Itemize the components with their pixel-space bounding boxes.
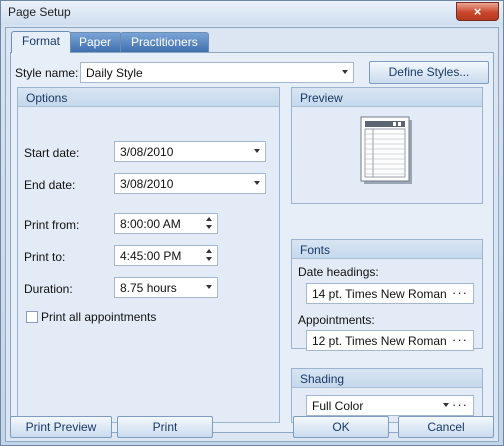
print-from-label: Print from: [24, 218, 80, 232]
print-all-appointments-label[interactable]: Print all appointments [41, 310, 156, 324]
fonts-title: Fonts [300, 243, 331, 257]
tab-paper[interactable]: Paper [68, 32, 123, 52]
date-headings-font-value: 14 pt. Times New Roman [312, 287, 447, 301]
end-date-value: 3/08/2010 [120, 177, 174, 191]
ellipsis-icon[interactable]: ··· [452, 285, 468, 300]
close-button[interactable]: × [456, 2, 499, 21]
tab-practitioners[interactable]: Practitioners [120, 32, 209, 52]
shading-title: Shading [300, 372, 345, 386]
duration-value: 8.75 hours [120, 281, 177, 295]
chevron-down-icon[interactable] [206, 285, 212, 289]
date-headings-font-field[interactable]: 14 pt. Times New Roman ··· [306, 283, 474, 304]
options-header: Options [18, 88, 279, 107]
duration-label: Duration: [24, 282, 73, 296]
shading-select[interactable]: Full Color ··· [306, 395, 474, 416]
spinner-icon[interactable] [205, 247, 214, 264]
end-date-picker[interactable]: 3/08/2010 [114, 173, 266, 194]
chevron-down-icon[interactable] [254, 149, 260, 153]
shading-group: Shading Full Color ··· [291, 368, 483, 423]
start-date-value: 3/08/2010 [120, 145, 174, 159]
fonts-group: Fonts Date headings: 14 pt. Times New Ro… [291, 239, 483, 351]
ellipsis-icon[interactable]: ··· [452, 332, 468, 347]
shading-header: Shading [292, 369, 482, 388]
appointments-label: Appointments: [298, 313, 375, 327]
preview-title: Preview [300, 91, 343, 105]
duration-select[interactable]: 8.75 hours [114, 277, 218, 298]
define-styles-button[interactable]: Define Styles... [369, 61, 489, 84]
format-tab-panel: Style name: Daily Style Define Styles...… [10, 52, 494, 433]
cancel-button[interactable]: Cancel [398, 416, 494, 438]
title-bar[interactable]: Page Setup × [1, 1, 503, 25]
print-from-time[interactable]: 8:00:00 AM [114, 213, 218, 234]
style-name-value: Daily Style [86, 66, 143, 80]
print-to-value: 4:45:00 PM [120, 249, 182, 263]
options-group: Options Start date: 3/08/2010 End date: … [17, 87, 280, 423]
fonts-header: Fonts [292, 240, 482, 259]
chevron-down-icon[interactable] [254, 181, 260, 185]
close-icon: × [473, 4, 482, 19]
print-preview-button[interactable]: Print Preview [10, 416, 112, 438]
print-button[interactable]: Print [117, 416, 213, 438]
window-title: Page Setup [8, 5, 71, 19]
chevron-down-icon[interactable] [443, 403, 449, 407]
style-name-label: Style name: [15, 66, 79, 80]
date-headings-label: Date headings: [298, 265, 379, 279]
preview-header: Preview [292, 88, 482, 107]
start-date-label: Start date: [24, 146, 80, 160]
print-all-appointments-checkbox[interactable] [26, 311, 38, 323]
print-to-time[interactable]: 4:45:00 PM [114, 245, 218, 266]
spinner-icon[interactable] [205, 215, 214, 232]
appointments-font-field[interactable]: 12 pt. Times New Roman ··· [306, 330, 474, 351]
print-to-label: Print to: [24, 250, 66, 264]
preview-group: Preview [291, 87, 483, 204]
style-name-select[interactable]: Daily Style [80, 62, 354, 83]
start-date-picker[interactable]: 3/08/2010 [114, 141, 266, 162]
chevron-down-icon[interactable] [342, 70, 348, 74]
dialog-client-area: Format Paper Practitioners Style name: D… [5, 27, 499, 442]
appointments-font-value: 12 pt. Times New Roman [312, 334, 447, 348]
print-from-value: 8:00:00 AM [120, 217, 181, 231]
shading-value: Full Color [312, 399, 364, 413]
ellipsis-icon[interactable]: ··· [452, 397, 468, 412]
ok-button[interactable]: OK [293, 416, 389, 438]
end-date-label: End date: [24, 178, 76, 192]
options-title: Options [26, 91, 68, 105]
tab-format[interactable]: Format [11, 31, 72, 53]
page-layout-icon [360, 116, 412, 184]
page-setup-window: Page Setup × Format Paper Practitioners … [0, 0, 504, 446]
